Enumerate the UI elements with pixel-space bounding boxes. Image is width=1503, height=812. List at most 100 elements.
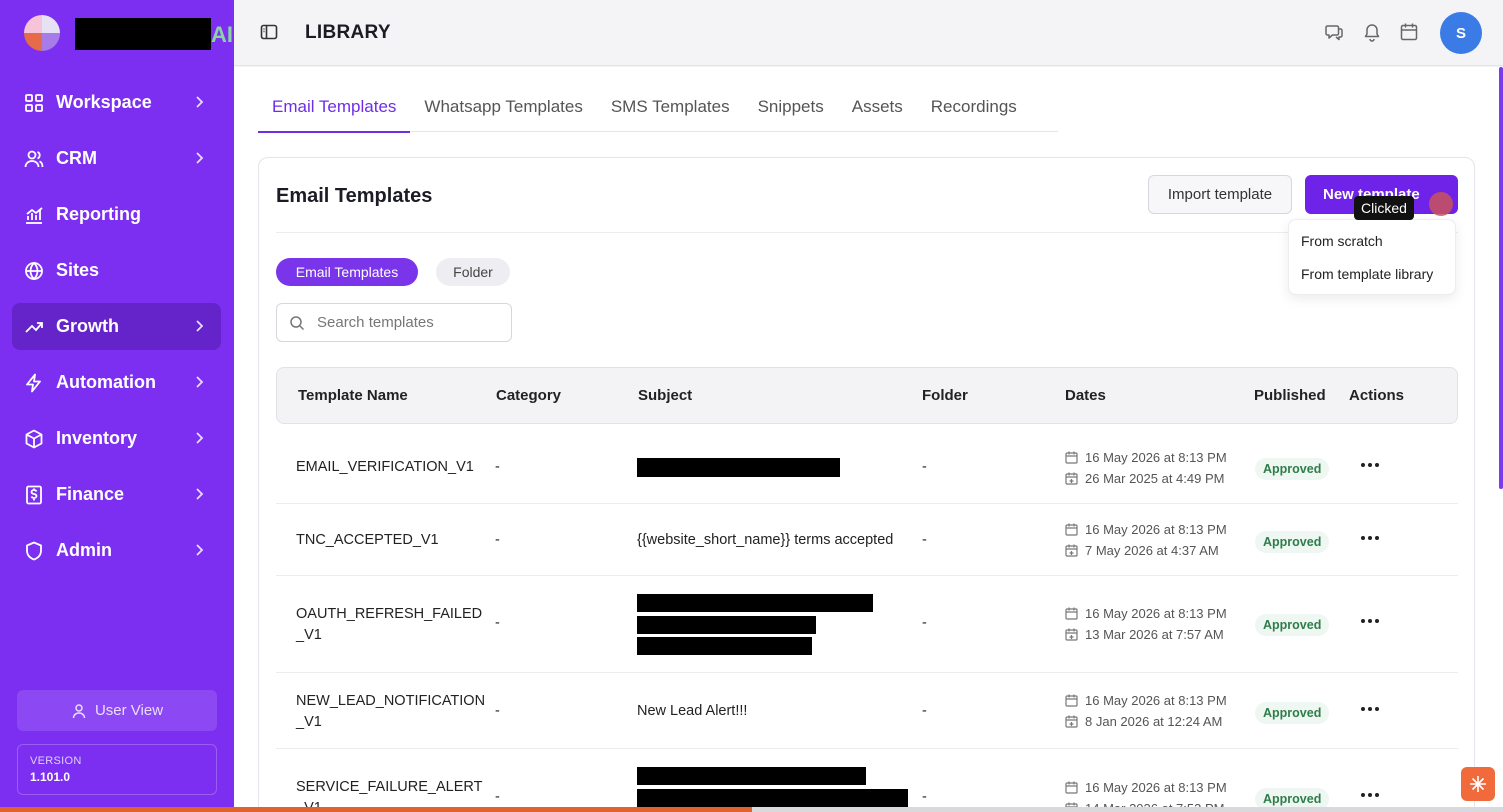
search-box[interactable] bbox=[276, 303, 512, 342]
template-category: - bbox=[495, 789, 500, 805]
updated-date: 16 May 2026 at 8:13 PM bbox=[1085, 606, 1227, 621]
logo-icon[interactable] bbox=[24, 15, 60, 51]
dropdown-item-from-template-library[interactable]: From template library bbox=[1289, 263, 1455, 296]
col-dates[interactable]: Dates bbox=[1065, 387, 1106, 404]
globe-icon bbox=[24, 261, 44, 281]
col-folder[interactable]: Folder bbox=[922, 387, 968, 404]
status-badge: Approved bbox=[1255, 614, 1330, 636]
more-actions-icon[interactable] bbox=[1361, 790, 1379, 800]
status-badge: Approved bbox=[1255, 458, 1330, 480]
sidebar-item-crm[interactable]: CRM bbox=[12, 135, 221, 182]
sidebar-item-admin[interactable]: Admin bbox=[12, 527, 221, 574]
main-content: Email Templates Whatsapp Templates SMS T… bbox=[234, 67, 1503, 812]
table-row[interactable]: EMAIL_VERIFICATION_V1 - - 16 May 2026 at… bbox=[276, 424, 1458, 504]
template-dates: 16 May 2026 at 8:13 PM 26 Mar 2025 at 4:… bbox=[1065, 447, 1227, 489]
import-template-button[interactable]: Import template bbox=[1148, 175, 1292, 214]
chevron-right-icon bbox=[196, 376, 204, 388]
library-tabs: Email Templates Whatsapp Templates SMS T… bbox=[258, 86, 1058, 133]
tab-whatsapp-templates[interactable]: Whatsapp Templates bbox=[410, 86, 596, 131]
col-published[interactable]: Published bbox=[1254, 387, 1326, 404]
col-subject[interactable]: Subject bbox=[638, 387, 692, 404]
user-icon bbox=[72, 703, 86, 718]
template-category: - bbox=[495, 615, 500, 631]
version-number: 1.101.0 bbox=[30, 770, 71, 784]
template-dates: 16 May 2026 at 8:13 PM 8 Jan 2026 at 12:… bbox=[1065, 690, 1227, 732]
sidebar-nav: Workspace CRM Reporting Sites Growth Aut… bbox=[12, 79, 221, 583]
tab-recordings[interactable]: Recordings bbox=[917, 86, 1031, 131]
search-input[interactable] bbox=[317, 314, 497, 331]
template-dates: 16 May 2026 at 8:13 PM 13 Mar 2026 at 7:… bbox=[1065, 603, 1227, 645]
template-name[interactable]: TNC_ACCEPTED_V1 bbox=[296, 532, 439, 548]
subject-redacted bbox=[637, 637, 812, 655]
sidebar-item-reporting[interactable]: Reporting bbox=[12, 191, 221, 238]
table-row[interactable]: SERVICE_FAILURE_ALERT_V1 - - 16 May 2026… bbox=[276, 749, 1458, 812]
more-actions-icon[interactable] bbox=[1361, 704, 1379, 714]
sidebar: AI Workspace CRM Reporting Sites Growth … bbox=[0, 0, 234, 812]
search-icon bbox=[290, 315, 305, 330]
divider bbox=[276, 232, 1458, 233]
template-name[interactable]: NEW_LEAD_NOTIFICATION_V1 bbox=[296, 691, 486, 733]
calendar-plus-icon bbox=[1065, 628, 1078, 641]
subject-redacted bbox=[637, 616, 816, 634]
tab-email-templates[interactable]: Email Templates bbox=[258, 86, 411, 133]
sidebar-item-label: Workspace bbox=[56, 92, 152, 112]
trend-icon bbox=[24, 317, 44, 337]
progress-bar bbox=[0, 807, 752, 812]
calendar-plus-icon bbox=[1065, 472, 1078, 485]
page-title: LIBRARY bbox=[305, 22, 391, 43]
template-category: - bbox=[495, 459, 500, 475]
table-row[interactable]: OAUTH_REFRESH_FAILED_V1 - - 16 May 2026 … bbox=[276, 576, 1458, 673]
chevron-right-icon bbox=[196, 152, 204, 164]
sidebar-item-growth[interactable]: Growth bbox=[12, 303, 221, 350]
sidebar-item-label: Sites bbox=[56, 260, 100, 280]
template-name[interactable]: EMAIL_VERIFICATION_V1 bbox=[296, 459, 474, 475]
more-actions-icon[interactable] bbox=[1361, 460, 1379, 470]
shield-icon bbox=[24, 541, 44, 561]
click-indicator bbox=[1429, 192, 1453, 216]
sidebar-toggle-icon[interactable] bbox=[260, 23, 278, 41]
col-category[interactable]: Category bbox=[496, 387, 561, 404]
more-actions-icon[interactable] bbox=[1361, 616, 1379, 626]
template-subject: {{website_short_name}} terms accepted bbox=[637, 532, 894, 548]
sidebar-item-sites[interactable]: Sites bbox=[12, 247, 221, 294]
sidebar-item-automation[interactable]: Automation bbox=[12, 359, 221, 406]
template-dates: 16 May 2026 at 8:13 PM 7 May 2026 at 4:3… bbox=[1065, 519, 1227, 561]
tab-sms-templates[interactable]: SMS Templates bbox=[597, 86, 744, 131]
grid-icon bbox=[24, 93, 44, 113]
sidebar-item-finance[interactable]: Finance bbox=[12, 471, 221, 518]
help-widget-icon[interactable] bbox=[1461, 767, 1495, 801]
col-template-name[interactable]: Template Name bbox=[298, 387, 408, 404]
user-view-button[interactable]: User View bbox=[17, 690, 217, 731]
calendar-icon[interactable] bbox=[1399, 22, 1419, 42]
sidebar-item-label: Reporting bbox=[56, 204, 141, 224]
template-name[interactable]: OAUTH_REFRESH_FAILED_V1 bbox=[296, 604, 486, 646]
sidebar-item-inventory[interactable]: Inventory bbox=[12, 415, 221, 462]
more-actions-icon[interactable] bbox=[1361, 533, 1379, 543]
version-box: VERSION 1.101.0 bbox=[17, 744, 217, 795]
chevron-right-icon bbox=[196, 488, 204, 500]
created-date: 7 May 2026 at 4:37 AM bbox=[1085, 543, 1219, 558]
chevron-right-icon bbox=[196, 320, 204, 332]
vertical-scrollbar[interactable] bbox=[1499, 67, 1503, 489]
status-badge: Approved bbox=[1255, 531, 1330, 553]
template-category: - bbox=[495, 532, 500, 548]
calendar-plus-icon bbox=[1065, 544, 1078, 557]
sidebar-item-workspace[interactable]: Workspace bbox=[12, 79, 221, 126]
tab-snippets[interactable]: Snippets bbox=[744, 86, 838, 131]
avatar[interactable]: S bbox=[1440, 12, 1482, 54]
sidebar-item-label: Admin bbox=[56, 540, 112, 560]
bell-icon[interactable] bbox=[1362, 22, 1382, 42]
dropdown-item-from-scratch[interactable]: From scratch bbox=[1289, 230, 1455, 263]
table-row[interactable]: NEW_LEAD_NOTIFICATION_V1 - New Lead Aler… bbox=[276, 673, 1458, 749]
filter-pill-email-templates[interactable]: Email Templates bbox=[276, 258, 418, 286]
template-subject: New Lead Alert!!! bbox=[637, 703, 748, 719]
chat-icon[interactable] bbox=[1324, 22, 1344, 42]
subject-redacted bbox=[637, 767, 866, 785]
filter-pill-folder[interactable]: Folder bbox=[436, 258, 510, 286]
table-row[interactable]: TNC_ACCEPTED_V1 - {{website_short_name}}… bbox=[276, 504, 1458, 576]
bolt-icon bbox=[24, 373, 44, 393]
subject-redacted bbox=[637, 594, 873, 612]
click-tooltip: Clicked bbox=[1354, 196, 1414, 220]
tab-assets[interactable]: Assets bbox=[838, 86, 917, 131]
updated-date: 16 May 2026 at 8:13 PM bbox=[1085, 522, 1227, 537]
